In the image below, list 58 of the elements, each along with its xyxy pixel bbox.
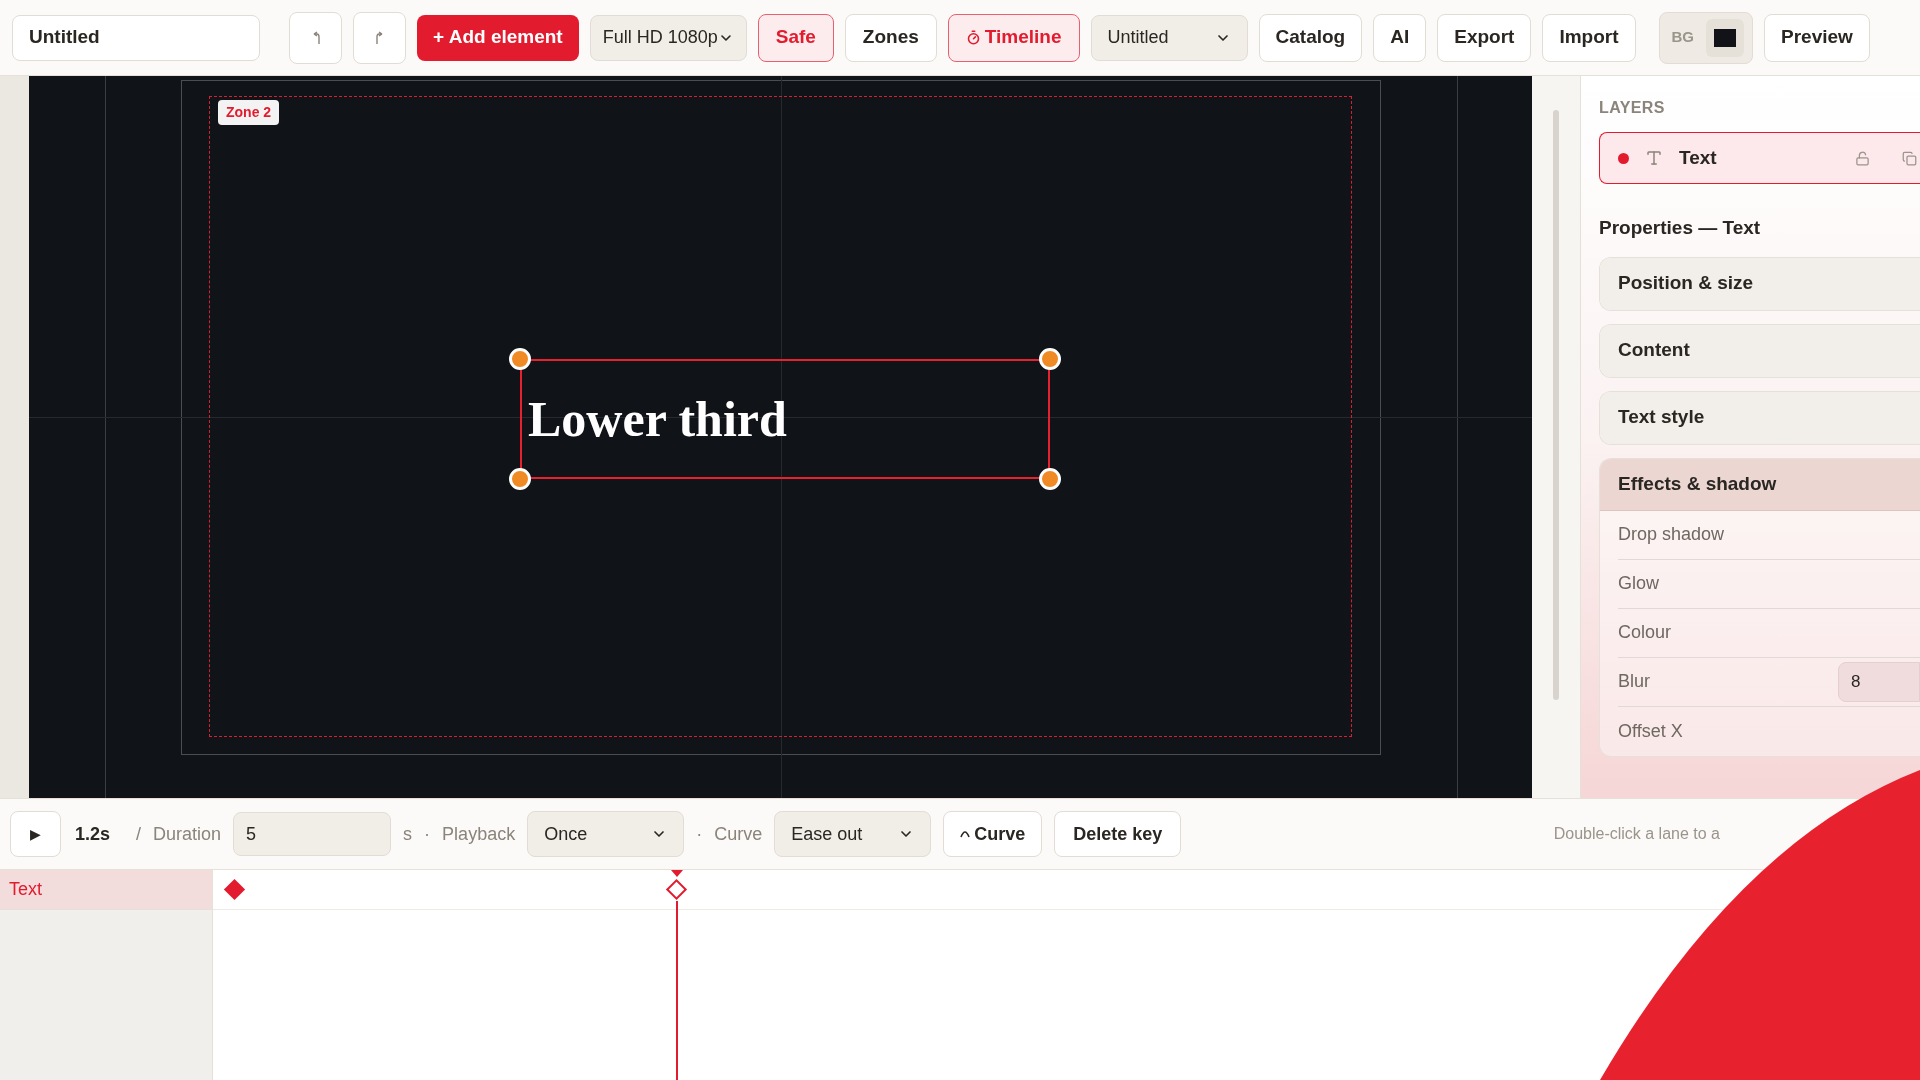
layers-heading: LAYERS [1599, 98, 1666, 118]
layer-name: Text [1679, 145, 1718, 170]
toolbar-button[interactable]: Export [1437, 13, 1532, 62]
hint-text: Double-click a lane to a [1553, 824, 1720, 844]
arc-icon [960, 830, 971, 838]
delete-key-button[interactable]: Delete key [1054, 811, 1182, 857]
duration-field[interactable]: 5 [233, 812, 392, 856]
redo-icon [374, 30, 385, 45]
toggle-button[interactable]: Safe [757, 13, 834, 62]
property-label: Colour [1618, 621, 1673, 644]
section-header[interactable]: Content [1600, 324, 1920, 377]
track-label[interactable]: Text [0, 870, 212, 910]
resize-handle[interactable] [509, 348, 531, 370]
resize-handle[interactable] [1039, 348, 1061, 370]
section-header[interactable]: Effects & shadow [1600, 458, 1920, 511]
bg-label: BG [1670, 27, 1695, 48]
unit-label: s [403, 822, 413, 846]
template-select[interactable]: Untitled [1090, 14, 1248, 61]
property-input[interactable]: 8 [1838, 661, 1920, 702]
dot-separator: · [696, 822, 703, 846]
curve-button[interactable]: Curve [943, 811, 1043, 857]
toolbar-button[interactable]: Import [1542, 13, 1636, 62]
section-header[interactable]: Position & size [1600, 257, 1920, 310]
property-label: Offset X [1618, 719, 1684, 743]
toggle-button[interactable]: Zones [844, 13, 937, 62]
curve-label: Curve [714, 822, 763, 846]
zone-label: Zone 2 [218, 100, 280, 125]
dot-separator: · [424, 822, 431, 846]
scrollbar[interactable] [1553, 110, 1559, 700]
canvas[interactable]: Zone 2 Lower third [29, 76, 1532, 798]
playback-select[interactable]: Once [527, 811, 685, 857]
toolbar-button[interactable]: AI [1373, 13, 1427, 62]
property-label: Drop shadow [1618, 523, 1726, 546]
timer-icon [965, 30, 981, 45]
project-name-field[interactable]: Untitled [12, 14, 260, 61]
current-time: 1.2s [75, 822, 111, 846]
toolbar-button[interactable]: Catalog [1258, 13, 1363, 62]
text-type-icon [1645, 149, 1663, 167]
slash-separator: / [136, 822, 142, 846]
curve-select[interactable]: Ease out [774, 811, 932, 857]
property-label: Blur [1618, 670, 1651, 693]
text-element[interactable]: Lower third [520, 359, 1050, 479]
layer-item[interactable]: Text [1599, 132, 1920, 184]
section-header[interactable]: Text style [1600, 391, 1920, 444]
toggle-button[interactable]: Timeline [947, 13, 1080, 62]
color-swatch[interactable] [1706, 18, 1744, 57]
resize-handle[interactable] [509, 468, 531, 490]
lock-icon [1855, 150, 1870, 166]
duration-label: Duration [153, 822, 222, 846]
duplicate-icon [1902, 150, 1917, 166]
preview-button[interactable]: Preview [1764, 13, 1870, 62]
resolution-select[interactable]: Full HD 1080p [589, 14, 747, 61]
resize-handle[interactable] [1039, 468, 1061, 490]
playback-label: Playback [442, 822, 516, 846]
add-element-button[interactable]: + Add element [417, 14, 579, 61]
play-button[interactable]: ▶ [10, 811, 61, 857]
properties-heading: Properties — Text [1599, 216, 1762, 240]
property-label: Glow [1618, 572, 1660, 595]
